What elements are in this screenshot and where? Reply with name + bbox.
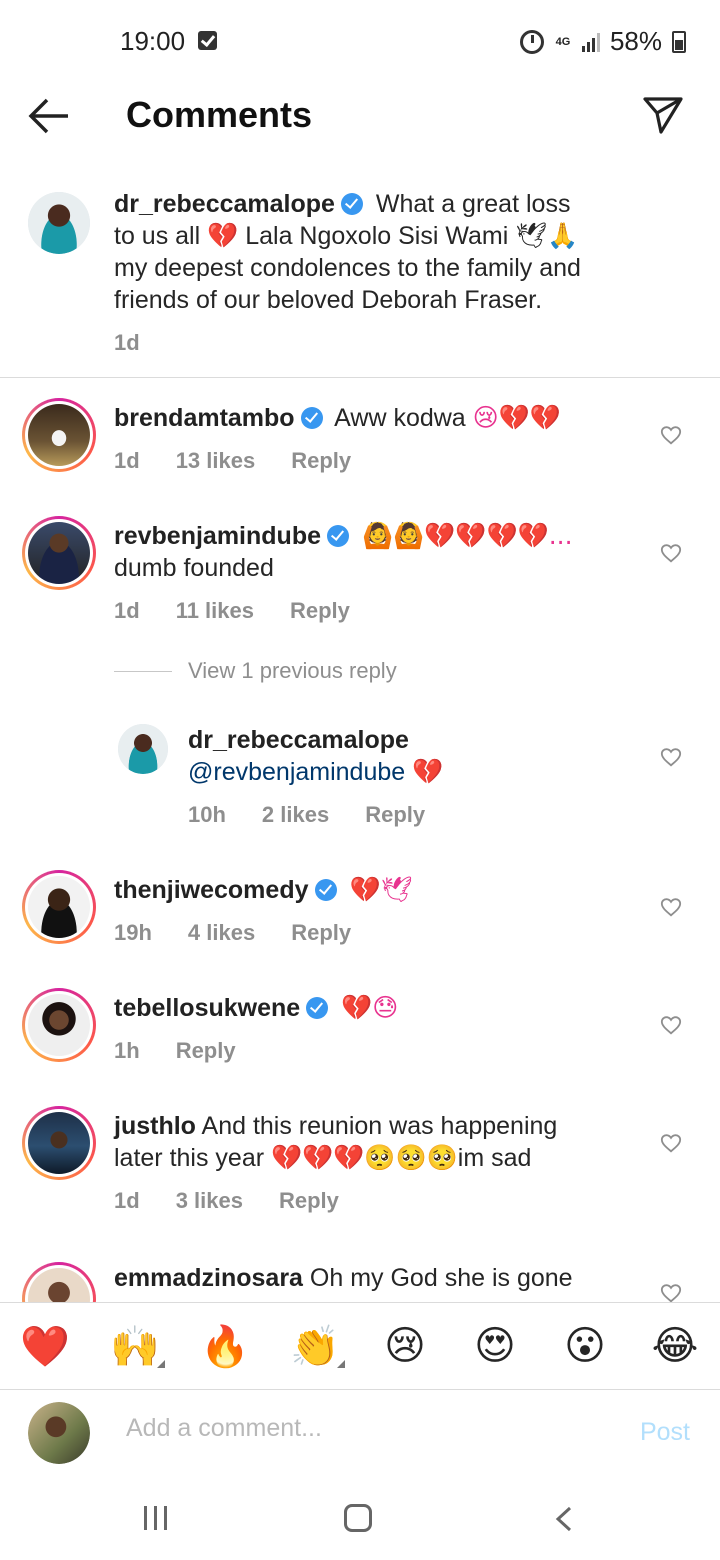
comment-username[interactable]: emmadzinosara <box>114 1264 303 1292</box>
header: Comments <box>0 84 720 148</box>
comment-username[interactable]: brendamtambo <box>114 404 295 432</box>
heart-outline-icon[interactable] <box>660 424 682 446</box>
reply-button[interactable]: Reply <box>279 1188 339 1214</box>
emoji-crying-button[interactable]: 😢 <box>375 1323 435 1369</box>
comment-username[interactable]: tebellosukwene <box>114 994 300 1022</box>
caption-username[interactable]: dr_rebeccamalope <box>114 190 335 218</box>
emoji-heart-eyes-button[interactable]: 😍 <box>465 1323 525 1369</box>
mention-link[interactable]: @revbenjamindube <box>188 758 405 786</box>
verified-badge-icon <box>327 525 349 547</box>
emoji-quick-bar: ❤️ 🙌 🔥 👏 😢 😍 😮 😂 <box>0 1302 720 1390</box>
comment-emojis: 💔🕊 <box>349 875 413 904</box>
battery-icon <box>672 30 686 53</box>
heart-outline-icon[interactable] <box>660 1282 682 1302</box>
recent-apps-icon[interactable] <box>144 1506 167 1530</box>
heart-outline-icon[interactable] <box>660 746 682 768</box>
avatar[interactable] <box>22 870 96 944</box>
reply-button[interactable]: Reply <box>291 920 351 946</box>
comment-likes[interactable]: 11 likes <box>176 598 254 624</box>
reply-username[interactable]: dr_rebeccamalope <box>188 726 409 754</box>
reply-button[interactable]: Reply <box>176 1038 236 1064</box>
network-type-icon: 4G <box>555 35 571 48</box>
caption-time: 1d <box>114 330 140 355</box>
reply-likes[interactable]: 2 likes <box>262 802 329 828</box>
comment-time: 1d <box>114 1188 140 1213</box>
avatar[interactable] <box>22 988 96 1062</box>
broken-heart-icon: 💔 <box>207 221 239 250</box>
reply-emojis: 💔 <box>412 757 444 786</box>
heart-outline-icon[interactable] <box>660 896 682 918</box>
page-title: Comments <box>126 94 313 135</box>
emoji-raised-hands-button[interactable]: 🙌 <box>105 1323 165 1370</box>
alarm-icon <box>519 29 544 54</box>
current-user-avatar <box>28 1402 90 1464</box>
avatar[interactable] <box>22 516 96 590</box>
comment-item: emmadzinosara Oh my God she is gone <box>0 1250 720 1302</box>
home-icon[interactable] <box>344 1504 372 1532</box>
caption-meta: 1d <box>114 330 140 356</box>
comment-composer: Post <box>0 1390 720 1480</box>
emoji-laughing-button[interactable]: 😂 <box>645 1323 705 1369</box>
reply-button[interactable]: Reply <box>290 598 350 624</box>
comment-text: Aww kodwa <box>334 404 466 432</box>
dove-icon: 🕊🙏 <box>515 221 579 250</box>
comment-time: 19h <box>114 920 152 945</box>
verified-badge-icon <box>314 879 337 901</box>
comment-username[interactable]: revbenjamindube <box>114 522 321 550</box>
comment-likes[interactable]: 4 likes <box>188 920 255 946</box>
heart-outline-icon[interactable] <box>660 1014 682 1036</box>
verified-badge-icon <box>340 193 363 215</box>
send-icon[interactable] <box>642 94 684 136</box>
status-time: 19:00 <box>120 26 186 56</box>
avatar[interactable] <box>22 398 96 472</box>
verified-badge-icon <box>306 997 329 1019</box>
post-button[interactable]: Post <box>640 1418 690 1447</box>
emoji-fire-button[interactable]: 🔥 <box>195 1323 255 1370</box>
comment-time: 1d <box>114 598 140 623</box>
post-caption: dr_rebeccamalope What a great loss to us… <box>0 180 720 378</box>
heart-outline-icon[interactable] <box>660 1132 682 1154</box>
emoji-heart-button[interactable]: ❤️ <box>15 1323 75 1370</box>
comment-text: And this reunion was happening <box>201 1112 558 1140</box>
comment-username[interactable]: justhlo <box>114 1112 196 1140</box>
nav-back-icon[interactable] <box>552 1506 576 1532</box>
status-bar: 19:00 4G 58% <box>0 0 720 84</box>
comment-text: dumb founded <box>114 554 274 582</box>
comment-likes[interactable]: 13 likes <box>176 448 256 474</box>
avatar[interactable] <box>22 1106 96 1180</box>
notification-check-icon <box>198 31 217 50</box>
reply-time: 10h <box>188 802 226 827</box>
caption-text: dr_rebeccamalope What a great loss to us… <box>114 190 581 314</box>
avatar[interactable] <box>28 192 90 254</box>
verified-badge-icon <box>300 407 323 429</box>
signal-icon <box>581 32 600 52</box>
comment-likes[interactable]: 3 likes <box>176 1188 243 1214</box>
status-icons: 4G 58% <box>519 26 686 57</box>
avatar[interactable] <box>118 724 168 774</box>
comment-username[interactable]: thenjiwecomedy <box>114 876 309 904</box>
comment-time: 1h <box>114 1038 140 1063</box>
avatar[interactable] <box>22 1262 96 1302</box>
emoji-clap-button[interactable]: 👏 <box>285 1323 345 1370</box>
comment-emojis: 😢💔💔 <box>472 403 561 432</box>
comment-time: 1d <box>114 448 140 473</box>
emoji-surprised-button[interactable]: 😮 <box>555 1323 615 1369</box>
comment-input[interactable] <box>126 1414 586 1443</box>
system-nav-bar <box>0 1480 720 1560</box>
heart-outline-icon[interactable] <box>660 542 682 564</box>
comment-emojis: 🙆🙆💔💔💔💔... <box>361 521 573 550</box>
back-arrow-icon[interactable] <box>28 96 70 136</box>
reply-button[interactable]: Reply <box>291 448 351 474</box>
comment-text: Oh my God she is gone <box>309 1264 573 1292</box>
comment-emojis: 💔😓 <box>341 993 399 1022</box>
battery-percent: 58% <box>609 26 662 56</box>
comment-emojis: 💔💔💔🥺🥺🥺 <box>271 1143 458 1172</box>
view-previous-replies[interactable]: View 1 previous reply <box>114 658 397 684</box>
reply-button[interactable]: Reply <box>365 802 425 828</box>
